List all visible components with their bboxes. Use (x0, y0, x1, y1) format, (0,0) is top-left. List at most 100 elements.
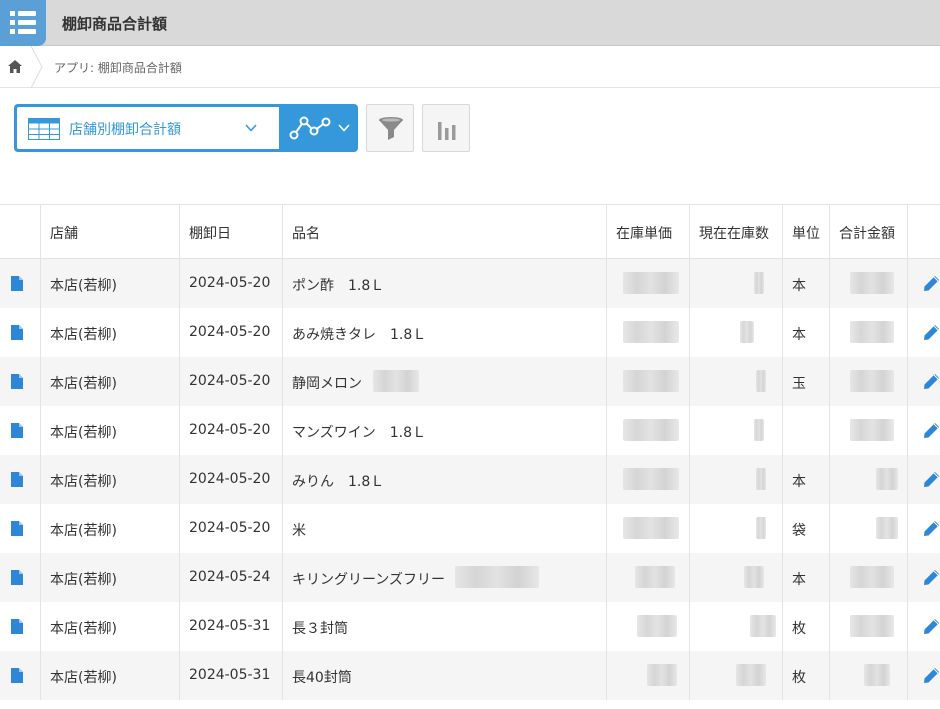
column-header-item[interactable]: 品名 (283, 205, 607, 258)
column-header-stock-qty[interactable]: 現在在庫数 (690, 205, 783, 258)
chart-button[interactable] (422, 104, 470, 152)
store-value: 本店(若柳) (50, 425, 117, 441)
masked-value (744, 566, 764, 588)
unit-value: 枚 (792, 621, 806, 637)
pencil-edit-icon[interactable] (923, 422, 940, 439)
unit-value: 枚 (792, 670, 806, 686)
masked-value (623, 517, 679, 539)
column-header-total[interactable]: 合計金額 (830, 205, 908, 258)
record-detail-icon[interactable] (11, 619, 23, 634)
pencil-edit-icon[interactable] (923, 618, 940, 635)
list-app-icon[interactable] (0, 0, 46, 46)
date-value: 2024-05-31 (189, 667, 271, 683)
unit-value: 本 (792, 572, 806, 588)
masked-value (623, 419, 679, 441)
pencil-edit-icon[interactable] (923, 324, 940, 341)
column-header-unit[interactable]: 単位 (783, 205, 830, 258)
record-detail-icon[interactable] (11, 570, 23, 585)
item-value: マンズワイン 1.8Ｌ (292, 425, 426, 441)
app-title: 棚卸商品合計額 (62, 15, 168, 33)
table-row[interactable]: 本店(若柳) 2024-05-31 長40封筒 枚 (0, 651, 940, 700)
store-value: 本店(若柳) (50, 327, 117, 343)
column-header-unit-price[interactable]: 在庫単価 (607, 205, 690, 258)
store-value: 本店(若柳) (50, 376, 117, 392)
record-detail-icon[interactable] (11, 325, 23, 340)
masked-value (637, 615, 677, 637)
store-value: 本店(若柳) (50, 474, 117, 490)
pencil-edit-icon[interactable] (923, 373, 940, 390)
store-value: 本店(若柳) (50, 621, 117, 637)
masked-value (754, 272, 764, 294)
record-detail-icon[interactable] (11, 472, 23, 487)
pencil-edit-icon[interactable] (923, 471, 940, 488)
record-detail-icon[interactable] (11, 276, 23, 291)
item-value: 長３封筒 (292, 621, 348, 637)
masked-value (740, 321, 754, 343)
masked-value (850, 272, 894, 294)
unit-value: 本 (792, 327, 806, 343)
app-header: 棚卸商品合計額 (0, 0, 940, 46)
masked-value (850, 419, 894, 441)
column-header-date[interactable]: 棚卸日 (180, 205, 283, 258)
masked-value (635, 566, 675, 588)
pencil-edit-icon[interactable] (923, 520, 940, 537)
table-row[interactable]: 本店(若柳) 2024-05-20 みりん 1.8Ｌ 本 (0, 455, 940, 504)
masked-value (850, 615, 894, 637)
record-detail-icon[interactable] (11, 423, 23, 438)
table-row[interactable]: 本店(若柳) 2024-05-24 キリングリーンズフリー 本 (0, 553, 940, 602)
store-value: 本店(若柳) (50, 278, 117, 294)
item-value: みりん 1.8Ｌ (292, 474, 385, 490)
date-value: 2024-05-31 (189, 618, 271, 634)
filter-funnel-icon (379, 117, 403, 140)
date-value: 2024-05-20 (189, 373, 271, 389)
date-value: 2024-05-20 (189, 324, 271, 340)
date-value: 2024-05-24 (189, 569, 271, 585)
chevron-down-icon (338, 124, 350, 132)
date-value: 2024-05-20 (189, 275, 271, 291)
record-detail-icon[interactable] (11, 374, 23, 389)
pencil-edit-icon[interactable] (923, 569, 940, 586)
masked-value (850, 566, 894, 588)
record-detail-icon[interactable] (11, 668, 23, 683)
table-row[interactable]: 本店(若柳) 2024-05-20 静岡メロン 玉 (0, 357, 940, 406)
masked-value (373, 370, 419, 392)
unit-value: 玉 (792, 376, 806, 392)
table-header-row: 店舗 棚卸日 品名 在庫単価 現在在庫数 単位 合計金額 (0, 205, 940, 259)
masked-value (623, 370, 679, 392)
view-selector: 店舗別棚卸合計額 (14, 104, 358, 152)
table-row[interactable]: 本店(若柳) 2024-05-20 マンズワイン 1.8Ｌ (0, 406, 940, 455)
home-icon[interactable] (8, 60, 22, 73)
masked-value (623, 468, 679, 490)
masked-value (754, 419, 764, 441)
table-row[interactable]: 本店(若柳) 2024-05-20 米 袋 (0, 504, 940, 553)
breadcrumb-separator (30, 46, 43, 88)
column-header-store[interactable]: 店舗 (41, 205, 180, 258)
record-detail-icon[interactable] (11, 521, 23, 536)
view-dropdown[interactable]: 店舗別棚卸合計額 (17, 107, 279, 149)
store-value: 本店(若柳) (50, 670, 117, 686)
unit-value: 袋 (792, 523, 806, 539)
table-view-icon (28, 118, 60, 140)
table-row[interactable]: 本店(若柳) 2024-05-31 長３封筒 枚 (0, 602, 940, 651)
pencil-edit-icon[interactable] (923, 275, 940, 292)
masked-value (864, 664, 890, 686)
store-value: 本店(若柳) (50, 523, 117, 539)
breadcrumb-app-link[interactable]: アプリ: 棚卸商品合計額 (54, 59, 182, 76)
graph-menu-button[interactable] (279, 104, 358, 152)
masked-value (756, 370, 766, 392)
store-value: 本店(若柳) (50, 572, 117, 588)
unit-value: 本 (792, 474, 806, 490)
pencil-edit-icon[interactable] (923, 667, 940, 684)
masked-value (623, 321, 679, 343)
chevron-down-icon (245, 124, 257, 132)
masked-value (756, 468, 766, 490)
filter-button[interactable] (366, 104, 414, 152)
item-value: 米 (292, 523, 306, 539)
item-value: ポン酢 1.8Ｌ (292, 278, 385, 294)
bar-chart-icon (438, 122, 456, 140)
unit-value: 本 (792, 278, 806, 294)
table-row[interactable]: 本店(若柳) 2024-05-20 ポン酢 1.8Ｌ 本 (0, 259, 940, 308)
masked-value (750, 615, 776, 637)
masked-value (455, 566, 539, 588)
table-row[interactable]: 本店(若柳) 2024-05-20 あみ焼きタレ 1.8Ｌ 本 (0, 308, 940, 357)
